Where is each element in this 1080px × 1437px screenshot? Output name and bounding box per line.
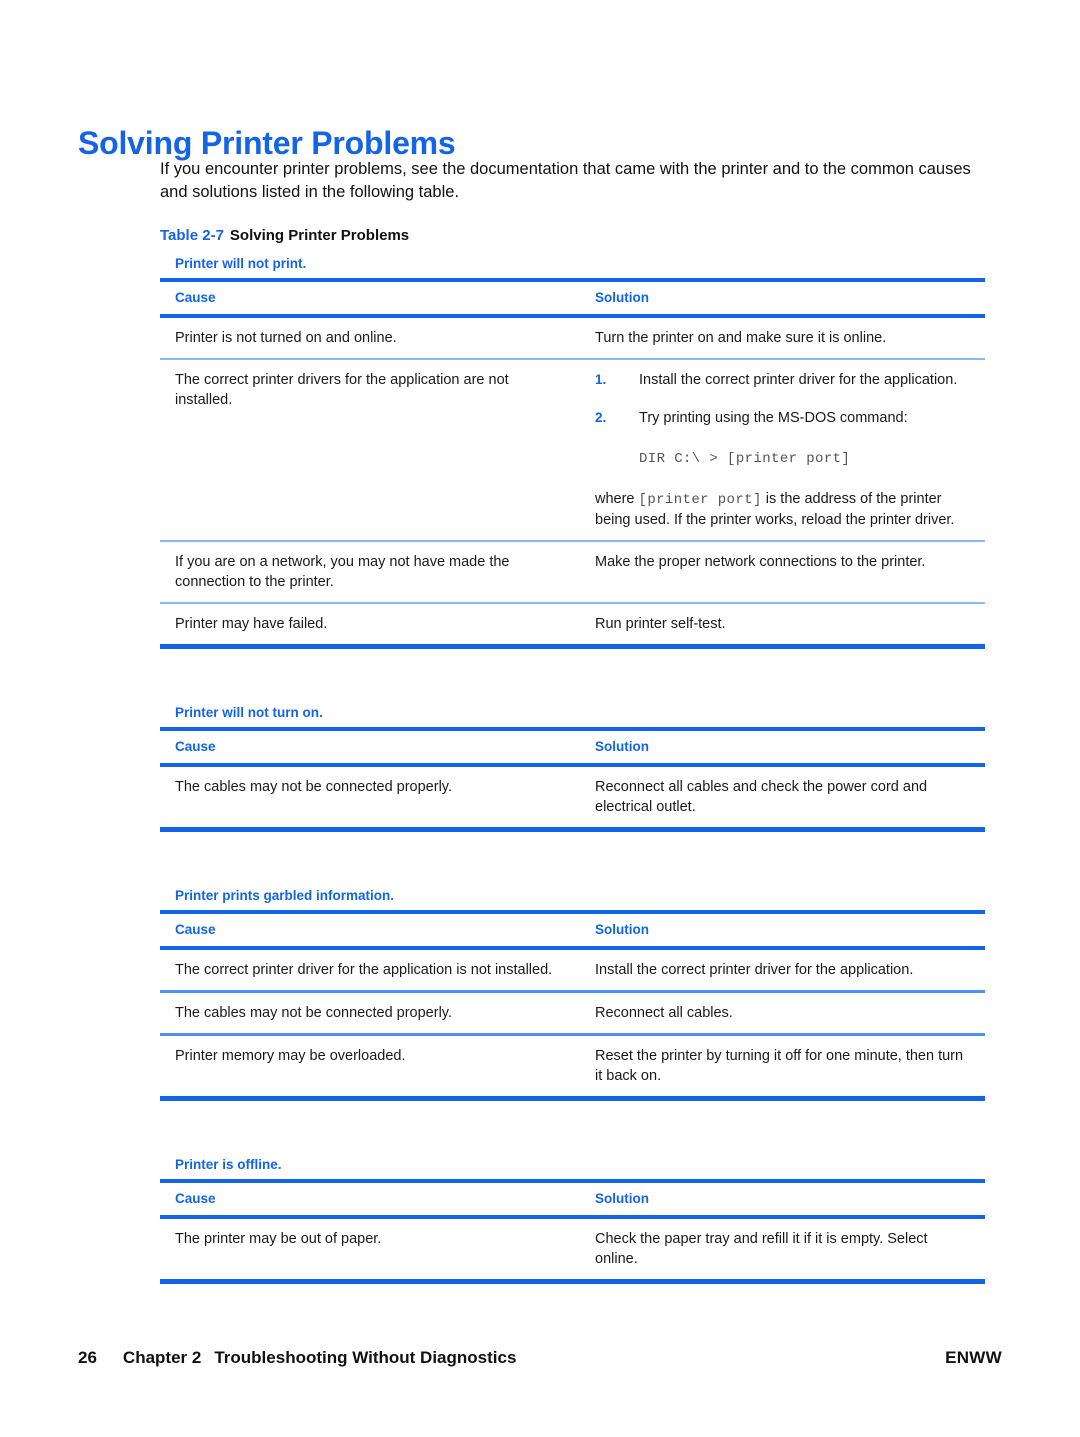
solution-cell: Run printer self-test.	[580, 603, 985, 649]
table-header-row: Cause Solution	[160, 278, 985, 318]
table-group-title-row: Printer is offline.	[160, 1155, 985, 1181]
solution-steps: 1. Install the correct printer driver fo…	[595, 370, 973, 428]
page-title: Solving Printer Problems	[78, 125, 456, 162]
footer-brand: ENWW	[945, 1348, 1002, 1367]
footer-chapter: Chapter 2	[122, 1348, 202, 1367]
column-header-cause: Cause	[160, 910, 580, 950]
intro-paragraph: If you encounter printer problems, see t…	[160, 160, 971, 201]
note-prefix: where	[595, 491, 639, 507]
cause-cell: Printer is not turned on and online.	[160, 316, 580, 360]
troubleshooting-table-2: Printer will not turn on. Cause Solution…	[160, 703, 985, 832]
group-title: Printer will not turn on.	[175, 705, 323, 720]
solution-cell: Install the correct printer driver for t…	[580, 948, 985, 993]
table-caption-label: Table 2-7	[160, 227, 224, 244]
cause-cell: The cables may not be connected properly…	[160, 765, 580, 832]
solution-cell: Reconnect all cables and check the power…	[580, 765, 985, 832]
command-line: DIR C:\ > [printer port]	[595, 448, 973, 469]
cause-cell: Printer memory may be overloaded.	[160, 1034, 580, 1101]
solution-step: 1. Install the correct printer driver fo…	[595, 370, 973, 390]
note-placeholder: [printer port]	[638, 492, 762, 508]
solution-step: 2. Try printing using the MS-DOS command…	[595, 408, 973, 428]
column-header-solution: Solution	[580, 1179, 985, 1219]
table-row: The correct printer drivers for the appl…	[160, 359, 985, 542]
solution-cell: Check the paper tray and refill it if it…	[580, 1217, 985, 1284]
column-header-cause: Cause	[160, 278, 580, 318]
page-footer: 26 Chapter 2 Troubleshooting Without Dia…	[78, 1348, 1002, 1368]
solution-cell: Turn the printer on and make sure it is …	[580, 316, 985, 360]
footer-page-number: 26	[78, 1348, 97, 1367]
table-caption: Table 2-7 Solving Printer Problems	[160, 226, 985, 245]
command-text: DIR C:\ > [printer port]	[639, 451, 851, 467]
table-group-title-row: Printer will not turn on.	[160, 703, 985, 729]
table-row: Printer memory may be overloaded. Reset …	[160, 1034, 985, 1101]
table-header-row: Cause Solution	[160, 910, 985, 950]
step-number: 1.	[595, 372, 607, 387]
cause-cell: The correct printer driver for the appli…	[160, 948, 580, 993]
column-header-cause: Cause	[160, 727, 580, 767]
footer-chapter-title: Troubleshooting Without Diagnostics	[214, 1348, 517, 1367]
solution-cell: Reset the printer by turning it off for …	[580, 1034, 985, 1101]
table-row: The cables may not be connected properly…	[160, 765, 985, 832]
table-row: Printer may have failed. Run printer sel…	[160, 603, 985, 649]
cause-cell: The cables may not be connected properly…	[160, 991, 580, 1036]
troubleshooting-table-1: Printer will not print. Cause Solution P…	[160, 254, 985, 649]
table-header-row: Cause Solution	[160, 1179, 985, 1219]
column-header-cause: Cause	[160, 1179, 580, 1219]
cause-cell: The printer may be out of paper.	[160, 1217, 580, 1284]
table-row: If you are on a network, you may not hav…	[160, 541, 985, 604]
group-title: Printer will not print.	[175, 256, 307, 271]
command-note: where [printer port] is the address of t…	[595, 489, 973, 530]
table-group-title-row: Printer will not print.	[160, 254, 985, 280]
troubleshooting-table-4: Printer is offline. Cause Solution The p…	[160, 1155, 985, 1284]
step-text: Try printing using the MS-DOS command:	[639, 410, 908, 426]
table-row: The correct printer driver for the appli…	[160, 948, 985, 993]
group-title: Printer prints garbled information.	[175, 888, 395, 903]
table-group-title-row: Printer prints garbled information.	[160, 886, 985, 912]
cause-cell: The correct printer drivers for the appl…	[160, 359, 580, 542]
table-spacer	[160, 1101, 985, 1155]
table-header-row: Cause Solution	[160, 727, 985, 767]
troubleshooting-table-3: Printer prints garbled information. Caus…	[160, 886, 985, 1101]
table-row: The cables may not be connected properly…	[160, 991, 985, 1036]
column-header-solution: Solution	[580, 910, 985, 950]
table-row: The printer may be out of paper. Check t…	[160, 1217, 985, 1284]
page-content: If you encounter printer problems, see t…	[160, 158, 985, 1284]
column-header-solution: Solution	[580, 278, 985, 318]
group-title: Printer is offline.	[175, 1157, 282, 1172]
cause-cell: If you are on a network, you may not hav…	[160, 541, 580, 604]
step-number: 2.	[595, 410, 607, 425]
step-text: Install the correct printer driver for t…	[639, 372, 958, 388]
cause-cell: Printer may have failed.	[160, 603, 580, 649]
solution-cell: 1. Install the correct printer driver fo…	[580, 359, 985, 542]
document-page: Solving Printer Problems If you encounte…	[0, 0, 1080, 1437]
table-spacer	[160, 832, 985, 886]
footer-left: 26 Chapter 2 Troubleshooting Without Dia…	[78, 1348, 516, 1368]
solution-cell: Make the proper network connections to t…	[580, 541, 985, 604]
table-spacer	[160, 649, 985, 703]
column-header-solution: Solution	[580, 727, 985, 767]
table-row: Printer is not turned on and online. Tur…	[160, 316, 985, 360]
solution-cell: Reconnect all cables.	[580, 991, 985, 1036]
table-caption-title: Solving Printer Problems	[229, 227, 410, 244]
